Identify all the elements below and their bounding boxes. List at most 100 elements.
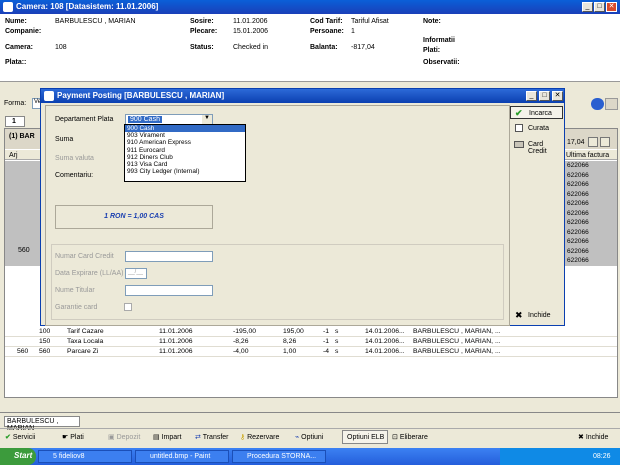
plecare-value: 15.01.2006 — [233, 28, 269, 35]
tab-1[interactable]: 1 — [5, 116, 25, 127]
row-cell-qty: -1 — [323, 338, 330, 345]
observatii-label: Observatii: — [423, 59, 460, 66]
ultima-factura-cell: 622066 — [567, 190, 589, 198]
table-row[interactable]: 560 560 Parcare Zi 11.01.2006 -4,00 1,00 -4 s 14… — [5, 347, 617, 357]
table-row[interactable]: 100 Tarif Cazare 11.01.2006 -195,00 195,00 -1… — [5, 327, 617, 337]
dialog-title: Payment Posting [BARBULESCU , MARIAN] — [57, 91, 225, 100]
task-procedura[interactable]: Procedura STORNA... — [232, 450, 326, 463]
clear-icon — [515, 124, 523, 132]
dept-option[interactable]: 912 Diners Club — [125, 154, 245, 161]
ultima-factura-cell: 622066 — [567, 238, 589, 245]
checkout-icon: ⊡ — [392, 434, 398, 441]
check-icon: ✔ — [515, 108, 523, 118]
print-icon[interactable] — [605, 98, 618, 110]
plecare-label: Plecare: — [190, 28, 218, 35]
incarca-button[interactable]: ✔ Incarca — [510, 106, 563, 119]
dept-option[interactable]: 900 Cash — [125, 125, 245, 133]
cod-tarif-value: Tariful Afisat — [351, 18, 389, 25]
transfer-button[interactable]: ⇄ Transfer — [195, 430, 240, 444]
row-cell-date2: 14.01.2006... — [365, 338, 405, 345]
ultima-factura-cell: 622066 — [567, 247, 589, 255]
camera-label: Camera: — [5, 44, 34, 51]
balanta-value: -817,04 — [351, 44, 375, 51]
camera-value: 108 — [55, 44, 67, 51]
dialog-maximize-button[interactable]: □ — [539, 91, 550, 101]
nume-label: Nume: — [5, 18, 27, 25]
ultima-factura-cell: 622066 — [567, 181, 589, 188]
note-label: Note: — [423, 18, 441, 25]
transfer-icon: ⇄ — [195, 434, 201, 441]
dept-option[interactable]: 993 City Ledger (Internal) — [125, 168, 245, 175]
balance-partial: 17,04 — [567, 139, 585, 146]
ultima-factura-cell: 622066 — [567, 209, 589, 217]
row-cell-s: s — [335, 348, 339, 355]
ultima-factura-cell: 622066 — [567, 228, 589, 236]
dept-option[interactable]: 911 Eurocard — [125, 147, 245, 154]
card-guarantee-checkbox[interactable] — [124, 303, 132, 311]
plati-label: Plati: — [423, 47, 441, 54]
table-row[interactable]: 150 Taxa Locala 11.01.2006 -8,26 8,26 -1 s 14.0… — [5, 337, 617, 347]
plata-label: Plata:: — [5, 59, 27, 66]
guest-info-panel: Nume: BARBULESCU , MARIAN Companie: Came… — [0, 14, 620, 82]
optiuni-button[interactable]: ⌁ Optiuni — [295, 430, 340, 444]
row-cell-amount2: 195,00 — [283, 328, 304, 335]
plati-button[interactable]: ☛ Plati — [62, 430, 107, 444]
impart-button[interactable]: ▤ Impart — [153, 430, 198, 444]
sosire-label: Sosire: — [190, 18, 214, 25]
row-cell-s: s — [335, 328, 339, 335]
col-ultima-factura: Ultima factura — [566, 152, 610, 159]
card-expiry-input[interactable]: __/__ — [125, 268, 147, 279]
dept-combo-value: 900 Cash — [128, 116, 162, 123]
exchange-rate-box: 1 RON = 1,00 CAS — [55, 205, 213, 229]
row-cell-s: s — [335, 338, 339, 345]
curata-button[interactable]: Curata — [510, 122, 563, 135]
dialog-minimize-button[interactable]: _ — [526, 91, 537, 101]
dept-label: Departament Plata — [55, 116, 114, 123]
web-icon[interactable] — [591, 98, 604, 110]
ultima-factura-cell: 622066 — [567, 162, 589, 169]
card-expiry-label: Data Expirare (LL/AA) — [55, 270, 124, 277]
card-credit-button[interactable]: Card Credit — [510, 138, 563, 155]
row-cell-date: 11.01.2006 — [159, 338, 193, 345]
chevron-down-icon[interactable]: ▼ — [202, 115, 212, 124]
task-fideliov8[interactable]: 5 fideliov8 — [38, 450, 132, 463]
maximize-button[interactable]: □ — [594, 2, 605, 12]
card-holder-label: Nume Titular — [55, 287, 95, 294]
close-x-icon: ✖ — [515, 310, 523, 320]
credit-card-group — [51, 244, 504, 320]
eliberare-button[interactable]: ⊡ Eliberare — [392, 430, 442, 444]
status-tab-guest[interactable]: BARBULESCU , MARIAN — [4, 416, 80, 432]
inchide-dialog-button[interactable]: ✖ Inchide — [510, 309, 563, 322]
dialog-close-button[interactable]: ✕ — [552, 91, 563, 101]
task-paint[interactable]: untitled.bmp - Paint — [135, 450, 229, 463]
window-title: Camera: 108 [Datasistem: 11.01.2006] — [16, 2, 159, 11]
row-cell-guest: BARBULESCU , MARIAN, ... — [413, 348, 501, 355]
ultima-factura-cell: 622066 — [567, 200, 589, 207]
dept-option[interactable]: 913 Visa Card — [125, 161, 245, 168]
check-icon: ✔ — [5, 434, 11, 441]
restore-icon[interactable] — [588, 137, 598, 147]
row-cell-guest: BARBULESCU , MARIAN, ... — [413, 338, 501, 345]
left-560: 560 — [18, 247, 30, 254]
row-cell-c2: 560 — [39, 348, 51, 355]
rezervare-button[interactable]: ⚷ Rezervare — [240, 430, 292, 444]
dept-option[interactable]: 910 American Express — [125, 139, 245, 146]
close-button[interactable]: ✕ — [606, 2, 617, 12]
inchide-toolbar-button[interactable]: ✖ Inchide — [578, 430, 618, 444]
clock: 08:26 — [593, 453, 611, 460]
dept-dropdown-list[interactable]: 900 Cash 903 Virament 910 American Expre… — [124, 124, 246, 182]
row-cell-qty: -1 — [323, 328, 330, 335]
servicii-button[interactable]: ✔ Servicii — [5, 430, 55, 444]
expand-icon[interactable] — [600, 137, 610, 147]
row-cell-c2: 150 — [39, 338, 51, 345]
optiuni-elb-button[interactable]: Optiuni ELB — [342, 430, 388, 444]
card-holder-input[interactable] — [125, 285, 213, 296]
minimize-button[interactable]: _ — [582, 2, 593, 12]
start-button[interactable]: Start — [0, 448, 36, 465]
row-cell-date2: 14.01.2006... — [365, 348, 405, 355]
depozit-button[interactable]: ▣ Depozit — [108, 430, 153, 444]
card-number-input[interactable] — [125, 251, 213, 262]
dept-option[interactable]: 903 Virament — [125, 132, 245, 139]
options-icon: ⌁ — [295, 434, 300, 441]
transaction-rows: 100 Tarif Cazare 11.01.2006 -195,00 195,00 -1… — [5, 327, 617, 357]
